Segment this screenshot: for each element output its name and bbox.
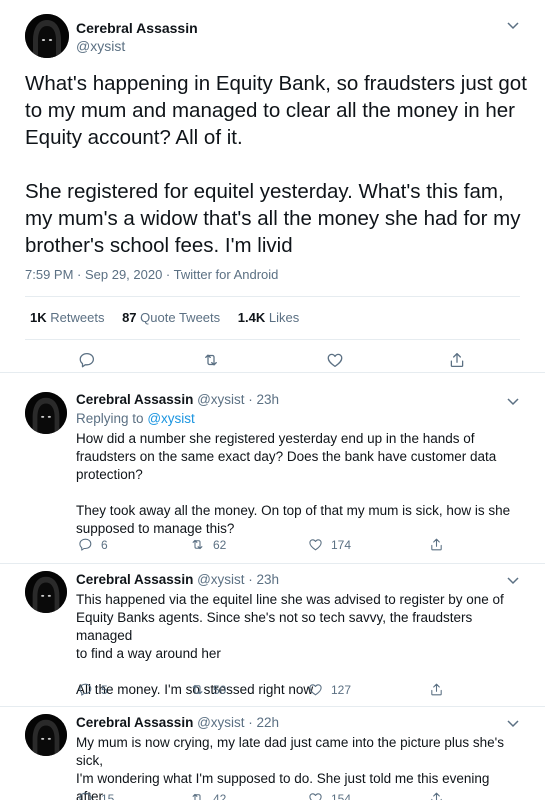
retweet-button[interactable]: 50 [190, 682, 226, 698]
reply-header: Cerebral Assassin @xysist · 23h [76, 392, 279, 407]
replying-to-label: Replying to [76, 411, 144, 426]
tweet-text: What's happening in Equity Bank, so frau… [25, 72, 527, 257]
retweets-stat[interactable]: 1K Retweets [30, 310, 104, 325]
divider [25, 296, 520, 297]
replying-to-mention[interactable]: @xysist [147, 411, 194, 426]
share-button[interactable] [429, 537, 444, 553]
reply-icon[interactable] [78, 351, 96, 369]
avatar[interactable] [25, 392, 67, 434]
author-name[interactable]: Cerebral Assassin [76, 392, 193, 407]
retweet-icon [190, 791, 205, 800]
replying-to: Replying to @xysist [76, 411, 195, 426]
author-handle-time[interactable]: @xysist · 22h [197, 715, 279, 730]
retweet-icon [190, 537, 205, 552]
like-icon [308, 537, 323, 552]
avatar[interactable] [25, 571, 67, 613]
hooded-avatar-icon [25, 14, 69, 58]
like-button[interactable]: 154 [308, 791, 351, 800]
reply-tweet[interactable]: Cerebral Assassin @xysist · 23h This hap… [0, 565, 545, 707]
retweet-button[interactable]: 62 [190, 537, 226, 553]
like-count: 127 [331, 682, 352, 697]
share-icon[interactable] [448, 351, 466, 369]
share-icon [429, 537, 444, 552]
like-icon [308, 682, 323, 697]
reply-icon [78, 682, 93, 697]
tweet-stats: 1K Retweets 87 Quote Tweets 1.4K Likes [30, 310, 313, 325]
retweet-count: 62 [213, 537, 227, 552]
likes-count: 1.4K [237, 310, 266, 325]
chevron-down-icon[interactable] [506, 20, 520, 30]
like-count: 174 [331, 537, 352, 552]
like-button[interactable]: 127 [308, 682, 351, 698]
retweets-label: Retweets [50, 310, 105, 325]
like-button[interactable]: 174 [308, 537, 351, 553]
quotes-count: 87 [122, 310, 137, 325]
chevron-down-icon[interactable] [506, 575, 520, 585]
chevron-down-icon[interactable] [506, 718, 520, 728]
author-name[interactable]: Cerebral Assassin [76, 572, 193, 587]
reply-count: 15 [101, 791, 115, 800]
reply-count: 5 [101, 682, 108, 697]
author-name[interactable]: Cerebral Assassin [76, 20, 198, 36]
reply-count: 6 [101, 537, 108, 552]
reply-text: How did a number she registered yesterda… [76, 431, 511, 536]
like-icon[interactable] [326, 351, 344, 369]
likes-stat[interactable]: 1.4K Likes [238, 310, 299, 325]
avatar[interactable] [25, 714, 67, 756]
retweet-count: 42 [213, 791, 227, 800]
reply-button[interactable]: 5 [78, 682, 108, 698]
retweet-icon[interactable] [202, 351, 220, 369]
retweet-count: 50 [213, 682, 227, 697]
hooded-avatar-icon [25, 714, 67, 756]
likes-label: Likes [268, 310, 300, 325]
retweet-icon [190, 682, 205, 697]
reply-icon [78, 537, 93, 552]
avatar[interactable] [25, 14, 69, 58]
share-button[interactable] [429, 791, 444, 800]
like-icon [308, 791, 323, 800]
quotes-label: Quote Tweets [140, 310, 221, 325]
tweet-timestamp[interactable]: 7:59 PM · Sep 29, 2020 · Twitter for And… [25, 267, 278, 282]
author-name[interactable]: Cerebral Assassin [76, 715, 193, 730]
reply-text: This happened via the equitel line she w… [76, 592, 504, 697]
reply-button[interactable]: 15 [78, 791, 114, 800]
author-handle[interactable]: @xysist [76, 38, 125, 54]
divider [25, 339, 520, 340]
hooded-avatar-icon [25, 571, 67, 613]
share-button[interactable] [429, 682, 444, 698]
reply-tweet[interactable]: Cerebral Assassin @xysist · 23h Replying… [0, 374, 545, 564]
reply-header: Cerebral Assassin @xysist · 22h [76, 715, 279, 730]
retweets-count: 1K [30, 310, 47, 325]
reply-header: Cerebral Assassin @xysist · 23h [76, 572, 279, 587]
author-handle-time[interactable]: @xysist · 23h [197, 392, 279, 407]
reply-icon [78, 791, 93, 800]
retweet-button[interactable]: 42 [190, 791, 226, 800]
reply-button[interactable]: 6 [78, 537, 108, 553]
author-handle-time[interactable]: @xysist · 23h [197, 572, 279, 587]
reply-text: My mum is now crying, my late dad just c… [76, 735, 504, 800]
like-count: 154 [331, 791, 352, 800]
quote-tweets-stat[interactable]: 87 Quote Tweets [122, 310, 220, 325]
chevron-down-icon[interactable] [506, 396, 520, 406]
share-icon [429, 682, 444, 697]
main-tweet: Cerebral Assassin @xysist What's happeni… [0, 0, 545, 373]
share-icon [429, 791, 444, 800]
hooded-avatar-icon [25, 392, 67, 434]
reply-tweet[interactable]: Cerebral Assassin @xysist · 22h My mum i… [0, 708, 545, 800]
